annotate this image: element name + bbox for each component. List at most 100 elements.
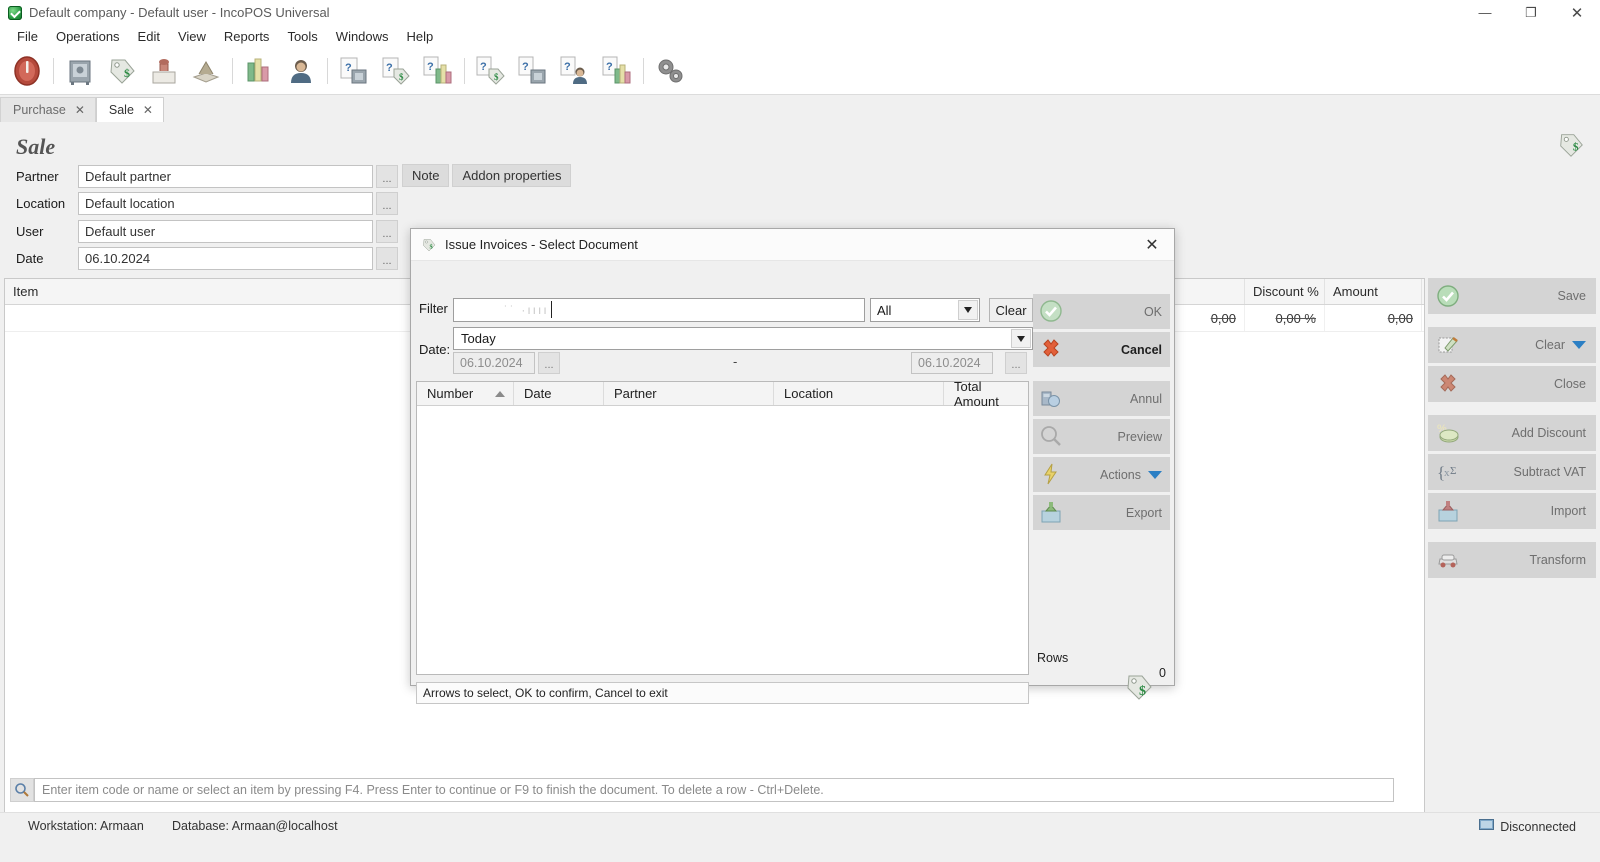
dialog-ok-button[interactable]: OK [1033,294,1170,329]
production-stamp-icon[interactable] [143,50,185,92]
field-user-browse-button[interactable]: ... [376,220,398,243]
field-user-input[interactable]: Default user [78,220,373,243]
date-from-input[interactable]: 06.10.2024 [453,352,535,374]
document-chart-icon[interactable]: ? [596,50,638,92]
date-to-browse-button[interactable]: ... [1005,352,1027,374]
reports-chart-icon[interactable] [238,50,280,92]
column-header-date[interactable]: Date [514,382,604,405]
field-date-input[interactable]: 06.10.2024 [78,247,373,270]
field-partner-browse-button[interactable]: ... [376,165,398,188]
tab-purchase-close-icon[interactable]: ✕ [75,103,85,117]
date-to-input[interactable]: 06.10.2024 [911,352,993,374]
order-chart-icon[interactable]: ? [417,50,459,92]
tab-purchase[interactable]: Purchase ✕ [0,97,96,122]
connection-status-label: Disconnected [1500,820,1576,834]
magnifier-icon [1039,424,1063,448]
menu-windows[interactable]: Windows [327,27,398,46]
subtract-vat-button[interactable]: { x Σ Subtract VAT [1428,454,1596,490]
action-group-divider [1428,317,1596,327]
maximize-button[interactable]: ❐ [1508,0,1554,25]
percent-money-icon: % [1436,421,1460,445]
dialog-ok-label: OK [1143,304,1162,319]
minimize-button[interactable]: — [1462,0,1508,25]
export-box-icon [1039,500,1063,524]
column-header-location[interactable]: Location [774,382,944,405]
subtract-vat-button-label: Subtract VAT [1513,465,1586,479]
dialog-close-button[interactable]: ✕ [1130,229,1174,261]
field-date-browse-button[interactable]: ... [376,247,398,270]
partners-person-icon[interactable] [280,50,322,92]
dialog-body: Filter ˙˙ ·ıııı All Clear Date: Today 06… [411,261,1176,704]
column-header-quantity[interactable] [1173,279,1245,304]
red-x-icon [1436,372,1460,396]
field-partner-input[interactable]: Default partner [78,165,373,188]
svg-text:?: ? [522,61,529,73]
menu-file[interactable]: File [8,27,47,46]
filter-type-value: All [877,302,892,318]
settings-gears-icon[interactable] [649,50,691,92]
import-button[interactable]: Import [1428,493,1596,529]
document-tabstrip: Purchase ✕ Sale ✕ [0,96,1600,122]
proforma-pricetag-icon[interactable]: ? $ [470,50,512,92]
menu-operations[interactable]: Operations [47,27,129,46]
menu-edit[interactable]: Edit [129,27,169,46]
item-entry-row: Enter item code or name or select an ite… [10,778,1394,802]
clear-button[interactable]: Clear [1428,327,1596,363]
dialog-annul-button[interactable]: Annul [1033,381,1170,416]
filter-label: Filter [419,301,448,316]
menu-bar: File Operations Edit View Reports Tools … [0,25,1600,47]
power-exit-icon[interactable] [6,50,48,92]
column-header-amount[interactable]: Amount [1325,279,1422,304]
column-header-number[interactable]: Number [417,382,514,405]
tab-sale-close-icon[interactable]: ✕ [143,103,153,117]
disconnected-monitor-icon [1479,819,1495,835]
date-period-select[interactable]: Today [453,327,1033,350]
connection-status[interactable]: Disconnected [1479,819,1576,835]
chevron-down-icon[interactable] [1011,329,1031,348]
advance-safe-icon[interactable]: ? [512,50,554,92]
request-safe-icon[interactable]: ? [333,50,375,92]
column-header-total-amount[interactable]: Total Amount [944,379,1028,409]
chevron-down-icon[interactable] [1148,470,1162,479]
purchase-safe-icon[interactable] [59,50,101,92]
sale-pricetag-icon[interactable]: $ [101,50,143,92]
search-magnifier-icon[interactable] [10,778,34,802]
addon-properties-button[interactable]: Addon properties [452,164,572,187]
offer-pricetag-icon[interactable]: ? $ [375,50,417,92]
date-from-browse-button[interactable]: ... [538,352,560,374]
tab-sale[interactable]: Sale ✕ [95,97,164,122]
filter-input[interactable]: ˙˙ ·ıııı [453,298,865,322]
field-location-input[interactable]: Default location [78,192,373,215]
column-header-partner[interactable]: Partner [604,382,774,405]
lightning-icon [1039,462,1063,486]
close-window-button[interactable]: ✕ [1554,0,1600,25]
add-discount-button[interactable]: % Add Discount [1428,415,1596,451]
text-cursor [551,301,552,318]
transfer-book-icon[interactable] [185,50,227,92]
dialog-cancel-button[interactable]: Cancel [1033,332,1170,367]
dialog-actions-button[interactable]: Actions [1033,457,1170,492]
svg-text:?: ? [480,61,487,73]
transform-button[interactable]: Transform [1428,542,1596,578]
chevron-down-icon[interactable] [1572,341,1586,349]
menu-tools[interactable]: Tools [278,27,326,46]
close-button[interactable]: Close [1428,366,1596,402]
cell-discount: 0,00 % [1245,305,1325,331]
chevron-down-icon[interactable] [958,300,978,320]
filter-clear-button[interactable]: Clear [989,298,1033,322]
filter-type-select[interactable]: All [870,298,980,322]
menu-reports[interactable]: Reports [215,27,279,46]
note-button[interactable]: Note [402,164,450,187]
item-entry-input[interactable]: Enter item code or name or select an ite… [34,778,1394,802]
documents-grid[interactable]: Number Date Partner Location Total Amoun… [416,379,1029,675]
field-location-browse-button[interactable]: ... [376,192,398,215]
dialog-export-button[interactable]: Export [1033,495,1170,530]
consignment-person-icon[interactable]: ? [554,50,596,92]
column-header-discount[interactable]: Discount % [1245,279,1325,304]
dialog-preview-button[interactable]: Preview [1033,419,1170,454]
menu-view[interactable]: View [169,27,215,46]
menu-help[interactable]: Help [398,27,443,46]
incopos-green-shield-icon [8,5,22,20]
svg-text:?: ? [427,61,434,73]
save-button[interactable]: Save [1428,278,1596,314]
